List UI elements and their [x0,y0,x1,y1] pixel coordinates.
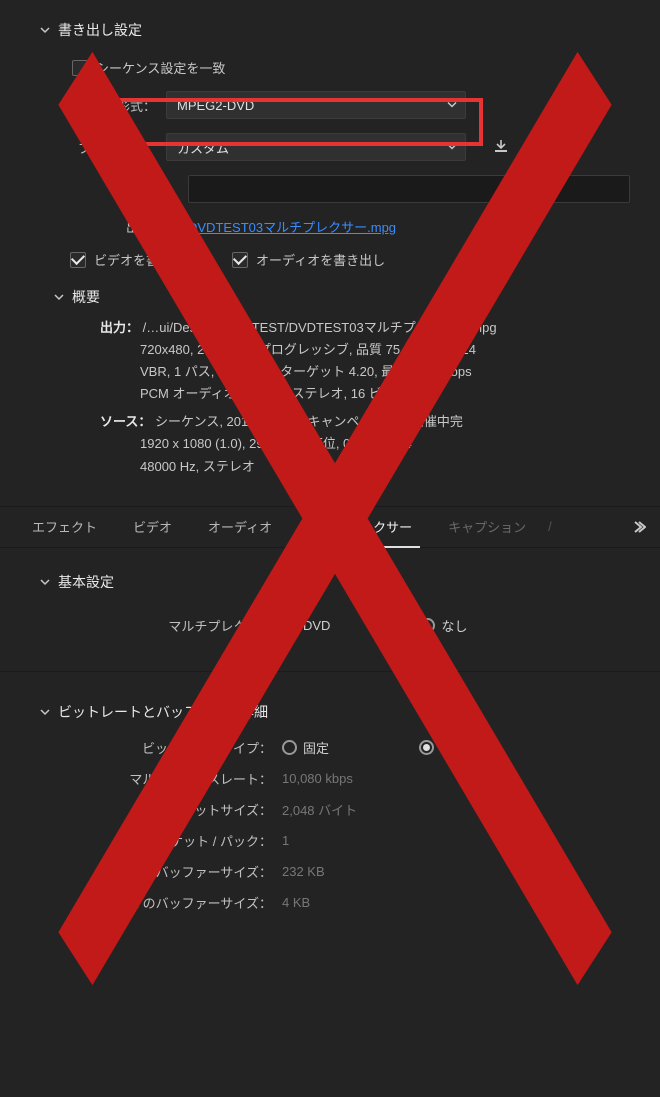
summary-title: 概要 [72,287,100,307]
bitrate-title: ビットレートとバッファーの詳細 [58,702,268,722]
summary-out-line1: /…ui/Desktop/DVDTEST/DVDTEST03マルチプレクサー.m… [143,320,497,335]
format-dropdown[interactable]: MPEG2-DVD [166,91,466,119]
summary-src-label: ソース： [100,414,151,429]
packet-size-value: 2,048 バイト [282,800,357,819]
chevron-down-icon [447,98,457,113]
multiplex-none-radio[interactable] [420,618,435,633]
multiplex-label: マルチプレクス： [72,616,282,635]
summary-out-line2: 720x480, 29.97 fps, プログレッシブ, 品質 75, 00;0… [100,339,620,361]
export-audio-checkbox[interactable] [232,252,248,268]
tab-audio[interactable]: オーディオ [190,507,290,547]
preset-dropdown[interactable]: カスタム [166,133,466,161]
export-settings-title: 書き出し設定 [58,20,142,40]
mux-rate-value: 10,080 kbps [282,771,353,786]
match-sequence-label: シーケンス設定を一致 [96,58,225,77]
output-name-label: 出力名： [72,217,188,236]
export-video-checkbox[interactable] [70,252,86,268]
audio-buffer-value: 4 KB [282,895,310,910]
export-audio-label: オーディオを書き出し [256,250,385,269]
tab-effects[interactable]: エフェクト [14,507,115,547]
preset-value: カスタム [177,138,229,157]
tab-video-label: ビデオ [133,517,172,536]
format-label: 形式： [72,96,166,115]
tab-overflow[interactable] [630,519,646,535]
tab-video[interactable]: ビデオ [115,507,190,547]
bitrate-fixed-radio[interactable] [282,740,297,755]
delete-preset-icon[interactable] [554,136,576,158]
tab-caption-label: キャプション [448,517,526,536]
summary-src-line1: シーケンス, 2019スポットキャンペーン大阪開催中完 [155,414,463,429]
multiplex-dvd-radio[interactable] [282,618,297,633]
bitrate-variable-label: 可変 [440,738,466,757]
summary-out-label: 出力： [100,320,139,335]
save-preset-icon[interactable] [490,136,512,158]
tab-divider: / [548,519,552,534]
basic-settings-header[interactable]: 基本設定 [0,562,660,602]
tab-caption[interactable]: キャプション [430,507,544,547]
match-sequence-checkbox[interactable] [72,60,88,76]
comment-label: コメント： [72,180,188,199]
chevron-down-icon [40,577,50,587]
chevron-down-icon [447,140,457,155]
tab-effects-label: エフェクト [32,517,97,536]
audio-buffer-label: オーディオのバッファーサイズ： [72,893,282,912]
basic-settings-title: 基本設定 [58,572,114,592]
bitrate-fixed-label: 固定 [303,738,329,757]
output-name-link[interactable]: DVDTEST03マルチプレクサー.mpg [188,217,396,236]
video-buffer-label: ビデオのバッファーサイズ： [72,862,282,881]
summary-block: 出力： /…ui/Desktop/DVDTEST/DVDTEST03マルチプレク… [0,311,660,488]
multiplex-none-label: なし [441,616,467,635]
packet-size-label: パケットサイズ： [72,800,282,819]
chevron-down-icon [40,707,50,717]
chevron-down-icon [40,25,50,35]
tab-bar: エフェクト ビデオ オーディオ マルチプレクサー キャプション / [0,506,660,548]
import-preset-icon[interactable] [522,136,544,158]
summary-out-line4: PCM オーディオ, 48 kHz, ステレオ, 16 ビット [100,383,620,405]
comment-input[interactable] [188,175,630,203]
chevron-down-icon [54,292,64,302]
multiplex-dvd-label: DVD [303,618,330,633]
packets-per-pack-value: 1 [282,833,289,848]
summary-out-line3: VBR, 1 パス, 最小 2.80, ターゲット 4.20, 最大 7.00 … [100,361,620,383]
packets-per-pack-label: パケット / パック： [72,831,282,850]
tab-multiplexer[interactable]: マルチプレクサー [290,507,430,547]
tab-audio-label: オーディオ [208,517,272,536]
tab-mux-label: マルチプレクサー [308,517,412,536]
bitrate-type-label: ビットレートタイプ： [72,738,282,757]
summary-src-line3: 48000 Hz, ステレオ [100,456,620,478]
mux-rate-label: マルチプレクスレート： [72,769,282,788]
export-video-label: ビデオを書き出し [94,250,198,269]
export-settings-header[interactable]: 書き出し設定 [0,10,660,50]
summary-src-line2: 1920 x 1080 (1.0), 29.97 fps, 下位, 00;01;… [100,433,620,455]
format-value: MPEG2-DVD [177,98,254,113]
bitrate-header[interactable]: ビットレートとバッファーの詳細 [0,692,660,732]
video-buffer-value: 232 KB [282,864,325,879]
preset-label: プリセット： [72,138,166,157]
summary-header[interactable]: 概要 [0,283,660,311]
bitrate-variable-radio[interactable] [419,740,434,755]
